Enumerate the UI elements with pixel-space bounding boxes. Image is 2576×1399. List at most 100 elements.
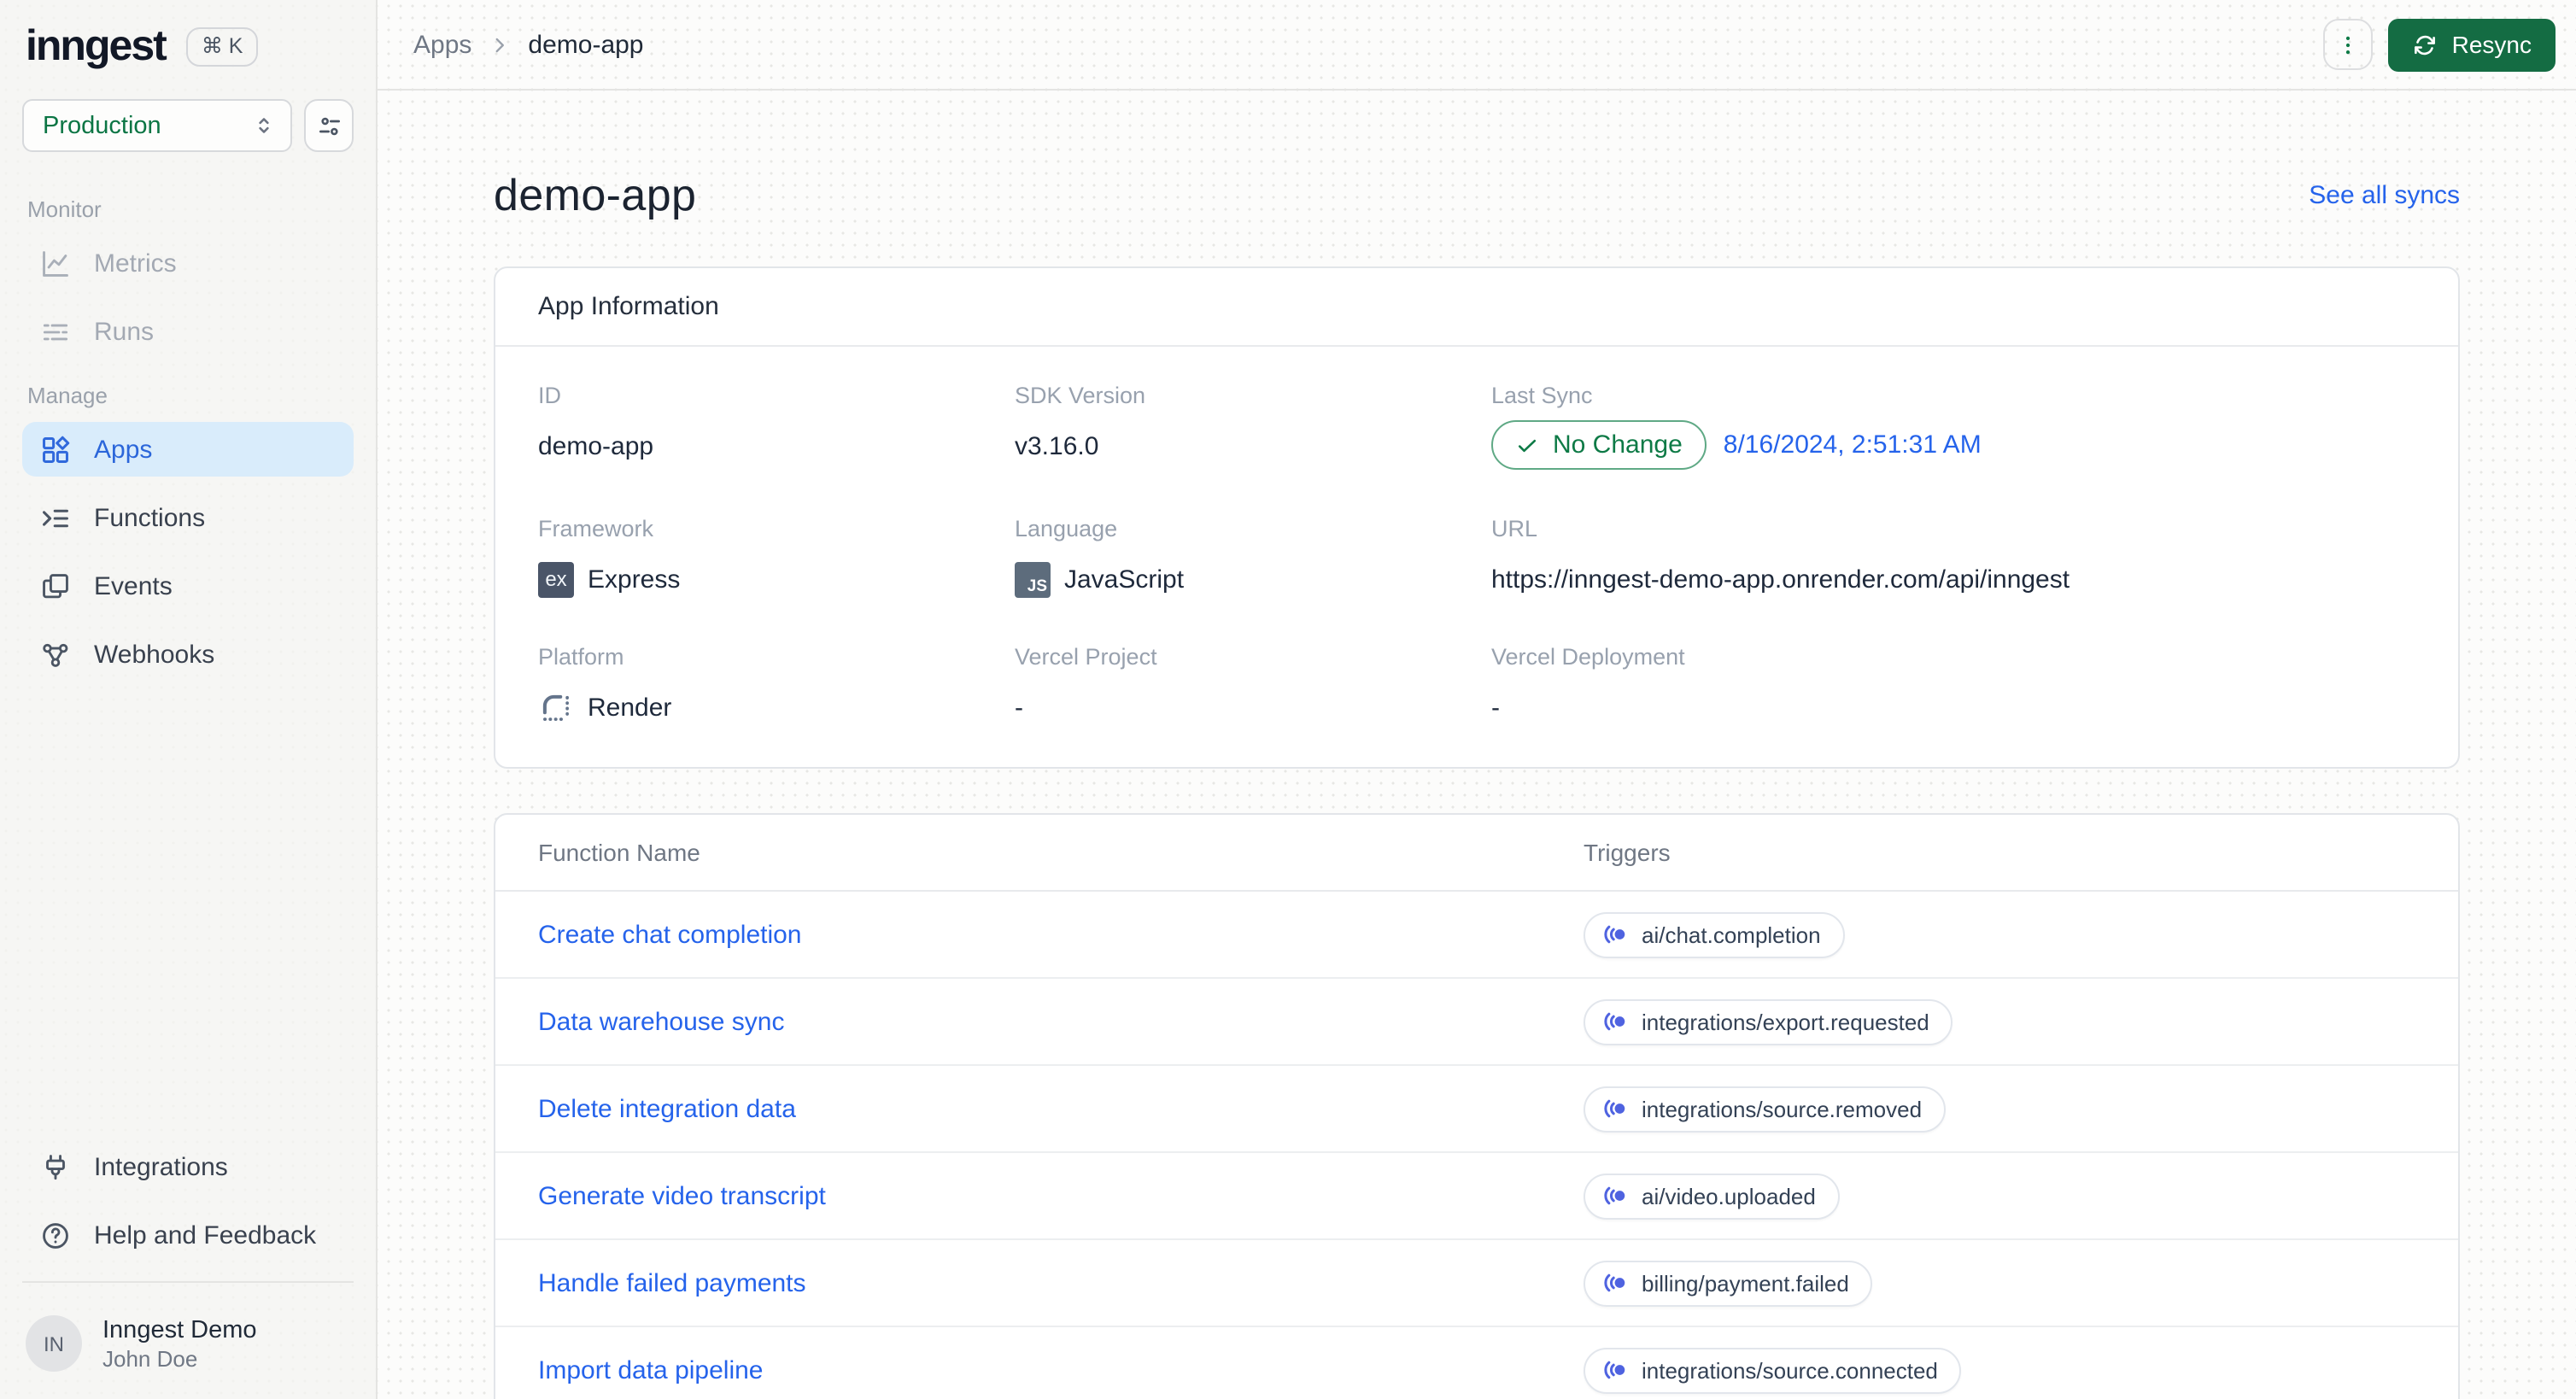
column-header-function-name: Function Name [538,839,700,866]
event-trigger-icon [1604,1010,1628,1033]
sidebar-footer: Integrations Help and Feedback [0,1140,376,1292]
table-row[interactable]: Import data pipeline integrations/source… [495,1327,2458,1399]
field-language: Language JS JavaScript [1015,516,1491,598]
field-label: Platform [538,644,624,670]
sidebar-item-label: Help and Feedback [94,1221,317,1251]
breadcrumb-apps[interactable]: Apps [413,30,471,59]
title-row: demo-app See all syncs [494,169,2460,222]
sidebar-item-label: Runs [94,317,155,346]
user-person-name: John Doe [102,1345,198,1372]
sidebar-item-help-feedback[interactable]: Help and Feedback [22,1209,354,1263]
no-change-badge: No Change [1491,420,1707,470]
apps-grid-icon [39,433,72,465]
trigger-pill[interactable]: integrations/source.connected [1584,1347,1962,1393]
trigger-pill[interactable]: ai/chat.completion [1584,911,1845,957]
functions-table-header: Function Name Triggers [495,815,2458,892]
field-platform: Platform Render [538,644,1015,726]
resync-button[interactable]: Resync [2388,18,2556,71]
sidebar-nav: Monitor Metrics Runs Manage Apps Functio… [0,159,376,695]
field-label: ID [538,383,561,408]
field-label: Vercel Deployment [1491,644,1685,670]
app-url-value: https://inngest-demo-app.onrender.com/ap… [1491,565,2070,594]
sidebar-divider [22,1280,354,1283]
trigger-name: integrations/source.connected [1642,1357,1938,1383]
sync-arrows-icon [2413,32,2438,57]
function-link[interactable]: Data warehouse sync [538,1007,1584,1036]
app-information-card-title: App Information [495,268,2458,347]
event-trigger-icon [1604,1271,1628,1295]
field-vercel-deployment: Vercel Deployment - [1491,644,2415,726]
environment-filter-button[interactable] [304,99,354,152]
sidebar-item-events[interactable]: Events [22,559,354,613]
sidebar-item-apps[interactable]: Apps [22,422,354,477]
environment-select-value: Production [43,112,161,139]
trigger-pill[interactable]: integrations/export.requested [1584,998,1953,1045]
function-link[interactable]: Delete integration data [538,1094,1584,1123]
render-icon [538,689,574,725]
field-framework: Framework ex Express [538,516,1015,598]
trigger-pill[interactable]: ai/video.uploaded [1584,1173,1840,1219]
app-information-grid: ID demo-app SDK Version v3.16.0 Last Syn… [495,347,2458,767]
nav-section-manage: Manage [27,383,108,408]
user-org-name: Inngest Demo [102,1316,257,1344]
last-sync-value-row: No Change 8/16/2024, 2:51:31 AM [1491,420,2415,470]
sidebar-item-label: Metrics [94,249,177,278]
table-row[interactable]: Delete integration data integrations/sou… [495,1066,2458,1153]
function-link[interactable]: Create chat completion [538,920,1584,949]
app-root: inngest ⌘ K Production Monitor Metrics R… [0,0,2576,1399]
sidebar-item-label: Integrations [94,1153,228,1183]
last-sync-timestamp-link[interactable]: 8/16/2024, 2:51:31 AM [1724,430,1982,460]
breadcrumb: Apps demo-app [413,30,644,59]
event-trigger-icon [1604,1097,1628,1121]
page-content: demo-app See all syncs App Information I… [378,91,2576,1399]
user-menu[interactable]: IN Inngest Demo John Doe [0,1292,376,1399]
app-information-card: App Information ID demo-app SDK Version … [494,266,2460,769]
field-url: URL https://inngest-demo-app.onrender.co… [1491,516,2415,598]
table-row[interactable]: Handle failed payments billing/payment.f… [495,1240,2458,1327]
environment-row: Production [0,82,376,159]
function-link[interactable]: Import data pipeline [538,1355,1584,1384]
environment-select[interactable]: Production [22,99,292,152]
field-value: - [1491,693,1500,722]
field-label: Last Sync [1491,383,1593,408]
sidebar-item-metrics[interactable]: Metrics [22,236,354,290]
logo-row: inngest ⌘ K [0,0,376,82]
nav-section-monitor: Monitor [27,196,102,222]
field-last-sync: Last Sync No Change 8/16/2024, 2:51:31 A… [1491,383,2415,470]
field-value: demo-app [538,431,654,460]
field-label: SDK Version [1015,383,1146,408]
trigger-pill[interactable]: integrations/source.removed [1584,1086,1947,1132]
trigger-name: ai/video.uploaded [1642,1183,1816,1209]
see-all-syncs-link[interactable]: See all syncs [2309,181,2460,210]
plug-icon [39,1151,72,1184]
column-header-triggers: Triggers [1584,839,1671,866]
chart-line-icon [39,247,72,279]
sidebar-item-integrations[interactable]: Integrations [22,1140,354,1195]
table-row[interactable]: Create chat completion ai/chat.completio… [495,892,2458,979]
trigger-name: integrations/export.requested [1642,1009,1929,1034]
trigger-name: ai/chat.completion [1642,922,1821,947]
sliders-icon [315,112,342,139]
function-link[interactable]: Handle failed payments [538,1268,1584,1297]
sidebar-item-runs[interactable]: Runs [22,304,354,359]
function-link[interactable]: Generate video transcript [538,1181,1584,1210]
event-trigger-icon [1604,1184,1628,1208]
sidebar-item-functions[interactable]: Functions [22,490,354,545]
more-options-button[interactable] [2323,19,2374,70]
field-value: Render [538,688,1015,726]
field-value: ex Express [538,560,1015,598]
no-change-badge-label: No Change [1553,430,1683,460]
field-sdk-version: SDK Version v3.16.0 [1015,383,1491,470]
field-vercel-project: Vercel Project - [1015,644,1491,726]
table-row[interactable]: Generate video transcript ai/video.uploa… [495,1153,2458,1240]
topbar: Apps demo-app Resync [378,0,2576,91]
kebab-menu-icon [2336,32,2362,57]
field-label: URL [1491,516,1538,541]
trigger-pill[interactable]: billing/payment.failed [1584,1260,1873,1306]
platform-name: Render [588,693,672,722]
express-icon: ex [538,561,574,597]
command-k-shortcut[interactable]: ⌘ K [185,27,259,67]
sidebar-item-webhooks[interactable]: Webhooks [22,627,354,682]
table-row[interactable]: Data warehouse sync integrations/export.… [495,979,2458,1066]
